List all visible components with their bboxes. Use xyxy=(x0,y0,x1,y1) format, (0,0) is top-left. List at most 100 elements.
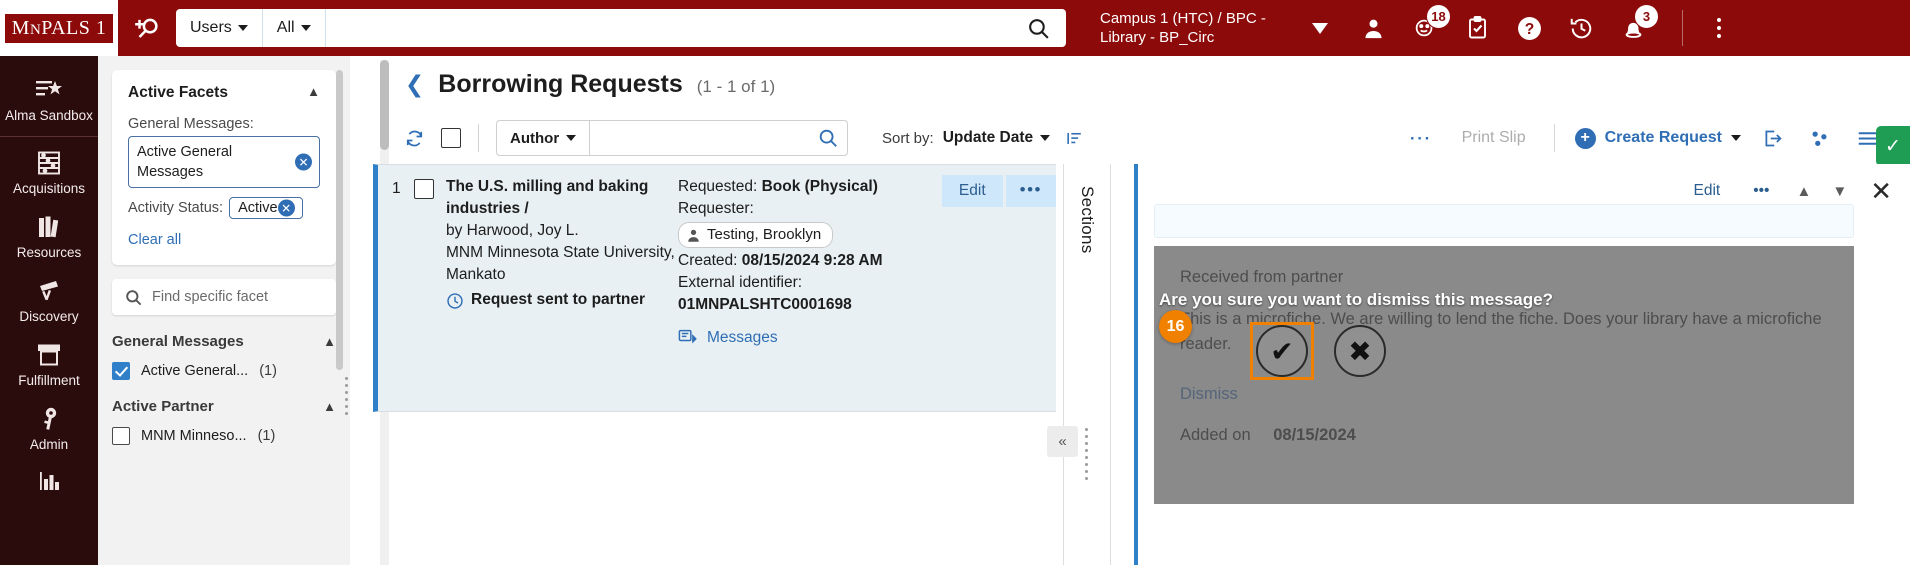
search-submit-icon[interactable] xyxy=(1010,16,1066,41)
notifications-bell-icon[interactable]: 3 xyxy=(1616,4,1659,45)
logo[interactable]: MNPALS 1 xyxy=(0,0,118,56)
search-icon xyxy=(126,289,142,305)
export-icon[interactable] xyxy=(1749,128,1796,149)
facet-group-title: General Messages xyxy=(112,333,244,350)
row-requested: Requested: Book (Physical) xyxy=(678,176,908,198)
activity-status-facet-label: Activity Status: xyxy=(128,200,224,216)
sidebar-item-acquisitions[interactable]: Acquisitions xyxy=(0,141,98,205)
close-icon[interactable]: ✕ xyxy=(1860,178,1892,204)
requester-chip[interactable]: Testing, Brooklyn xyxy=(678,222,834,248)
facet-checkbox[interactable] xyxy=(112,427,130,445)
institution-selector[interactable]: Campus 1 (HTC) / BPC - Library - BP_Circ xyxy=(1100,9,1290,47)
sidebar-item-analytics[interactable] xyxy=(0,461,98,506)
sections-label: Sections xyxy=(1078,186,1097,254)
row-institution: MNM Minnesota State University, Mankato xyxy=(446,244,675,283)
sidebar-item-resources[interactable]: Resources xyxy=(0,205,98,269)
facet-checkbox[interactable] xyxy=(112,362,130,380)
results-search-input[interactable] xyxy=(590,121,810,155)
chevron-down-icon xyxy=(1040,135,1051,141)
clear-all-facets-link[interactable]: Clear all xyxy=(128,232,181,248)
search-scope-users-label: Users xyxy=(190,19,232,36)
institution-chevron-down-icon[interactable] xyxy=(1312,22,1328,34)
dismiss-message-link[interactable]: Dismiss xyxy=(1180,385,1828,404)
messages-link[interactable]: Messages xyxy=(678,327,908,349)
panel-resize-handle[interactable] xyxy=(1083,426,1092,480)
confirm-yes-button[interactable]: ✔ xyxy=(1256,325,1308,377)
sidebar-item-admin[interactable]: Admin xyxy=(0,397,98,461)
sidebar-item-label: Resources xyxy=(16,245,82,260)
svg-text:?: ? xyxy=(1524,21,1534,38)
chevron-up-icon[interactable]: ▲ xyxy=(323,334,336,349)
collapse-panel-button[interactable]: « xyxy=(1047,426,1078,457)
facets-scrollbar[interactable] xyxy=(336,70,343,370)
main-content: ❮ Borrowing Requests (1 - 1 of 1) Author xyxy=(350,56,1910,565)
results-toolbar: Author Sort by: Update Date ⋯ Print Slip… xyxy=(405,118,1910,158)
page-scrollbar[interactable] xyxy=(380,60,389,150)
row-overflow-button[interactable]: ••• xyxy=(1005,175,1056,207)
sections-rail[interactable]: Sections xyxy=(1063,164,1111,565)
chevron-down-icon xyxy=(237,25,248,31)
sidebar-item-label: Alma Sandbox xyxy=(5,108,93,123)
clipboard-icon[interactable] xyxy=(1460,11,1494,45)
user-icon[interactable] xyxy=(1356,11,1390,45)
search-scope-users[interactable]: Users xyxy=(176,9,263,47)
confirm-question: Are you sure you want to dismiss this me… xyxy=(1159,290,1553,309)
search-field-selector[interactable]: Author xyxy=(497,121,591,155)
results-search-icon[interactable] xyxy=(809,127,847,149)
active-facets-card: Active Facets ▲ General Messages: Active… xyxy=(112,70,336,265)
sidebar-item-alma-sandbox[interactable]: Alma Sandbox xyxy=(0,68,98,132)
chevron-up-icon[interactable]: ▲ xyxy=(323,399,336,414)
global-search-input[interactable] xyxy=(325,9,1010,47)
refresh-icon[interactable] xyxy=(405,129,424,148)
create-request-label: Create Request xyxy=(1604,129,1722,146)
facet-group-general-messages-header[interactable]: General Messages ▲ xyxy=(112,333,336,350)
sort-by-selector[interactable]: Update Date xyxy=(942,129,1051,147)
previous-record-icon[interactable]: ▲ xyxy=(1788,183,1819,200)
collapse-chevron-up-icon[interactable]: ▲ xyxy=(307,84,320,99)
row-edit-button[interactable]: Edit xyxy=(941,175,1003,207)
search-scope-all[interactable]: All xyxy=(263,9,326,47)
facet-group-active-partner-header[interactable]: Active Partner ▲ xyxy=(112,398,336,415)
sidebar-item-discovery[interactable]: Discovery xyxy=(0,269,98,333)
table-row[interactable]: 1 The U.S. milling and baking industries… xyxy=(373,164,1056,412)
facet-row-active-general-messages[interactable]: Active General... (1) xyxy=(112,362,336,380)
sort-by-value: Update Date xyxy=(942,129,1034,146)
top-bar-overflow-menu-icon[interactable] xyxy=(1717,18,1721,38)
general-messages-facet-chip[interactable]: Active General Messages ✕ xyxy=(128,136,320,188)
back-button[interactable]: ❮ xyxy=(405,73,424,96)
create-request-button[interactable]: + Create Request xyxy=(1567,127,1749,149)
detail-edit-button[interactable]: Edit xyxy=(1679,176,1735,206)
row-status: Request sent to partner xyxy=(446,289,706,311)
settings-gear-icon[interactable] xyxy=(1796,128,1843,149)
confirm-no-button[interactable]: ✖ xyxy=(1334,325,1386,377)
add-search-icon[interactable] xyxy=(118,13,176,43)
remove-facet-icon[interactable]: ✕ xyxy=(277,199,295,217)
remove-facet-icon[interactable]: ✕ xyxy=(295,153,312,171)
facet-row-mnm-minnesota[interactable]: MNM Minneso... (1) xyxy=(112,427,336,445)
sidebar-item-fulfillment[interactable]: Fulfillment xyxy=(0,333,98,397)
confirm-yes-highlight: ✔ xyxy=(1250,322,1314,380)
toolbar-overflow-icon[interactable]: ⋯ xyxy=(1395,127,1446,149)
history-icon[interactable] xyxy=(1564,11,1598,45)
select-all-checkbox[interactable] xyxy=(441,128,461,148)
activity-status-facet-chip[interactable]: Active ✕ xyxy=(229,197,303,219)
top-bar: MNPALS 1 Users All Campus 1 (HTC) / BPC … xyxy=(0,0,1910,56)
step-number-badge: 16 xyxy=(1159,310,1192,343)
row-title[interactable]: The U.S. milling and baking industries / xyxy=(446,176,706,220)
row-primary-info: The U.S. milling and baking industries /… xyxy=(446,176,706,311)
sidebar-item-label: Fulfillment xyxy=(18,373,80,388)
tasks-icon[interactable]: 18 xyxy=(1408,4,1451,45)
help-icon[interactable]: ? xyxy=(1512,11,1546,45)
find-facet-search[interactable]: Find specific facet xyxy=(112,279,336,315)
row-checkbox[interactable] xyxy=(414,179,434,199)
detail-overflow-button[interactable]: ••• xyxy=(1739,176,1784,206)
top-bar-divider xyxy=(1682,10,1683,46)
left-navigation: Alma Sandbox Acquisitions Resources Disc… xyxy=(0,56,98,565)
sidebar-item-label: Discovery xyxy=(19,309,79,324)
sort-direction-icon[interactable] xyxy=(1065,129,1084,148)
confirm-no-wrapper: ✖ xyxy=(1334,325,1386,377)
print-slip-button[interactable]: Print Slip xyxy=(1446,129,1542,147)
active-facets-header: Active Facets ▲ xyxy=(128,84,320,102)
status-badge[interactable]: ✓ xyxy=(1876,126,1910,166)
next-record-icon[interactable]: ▼ xyxy=(1824,183,1855,200)
